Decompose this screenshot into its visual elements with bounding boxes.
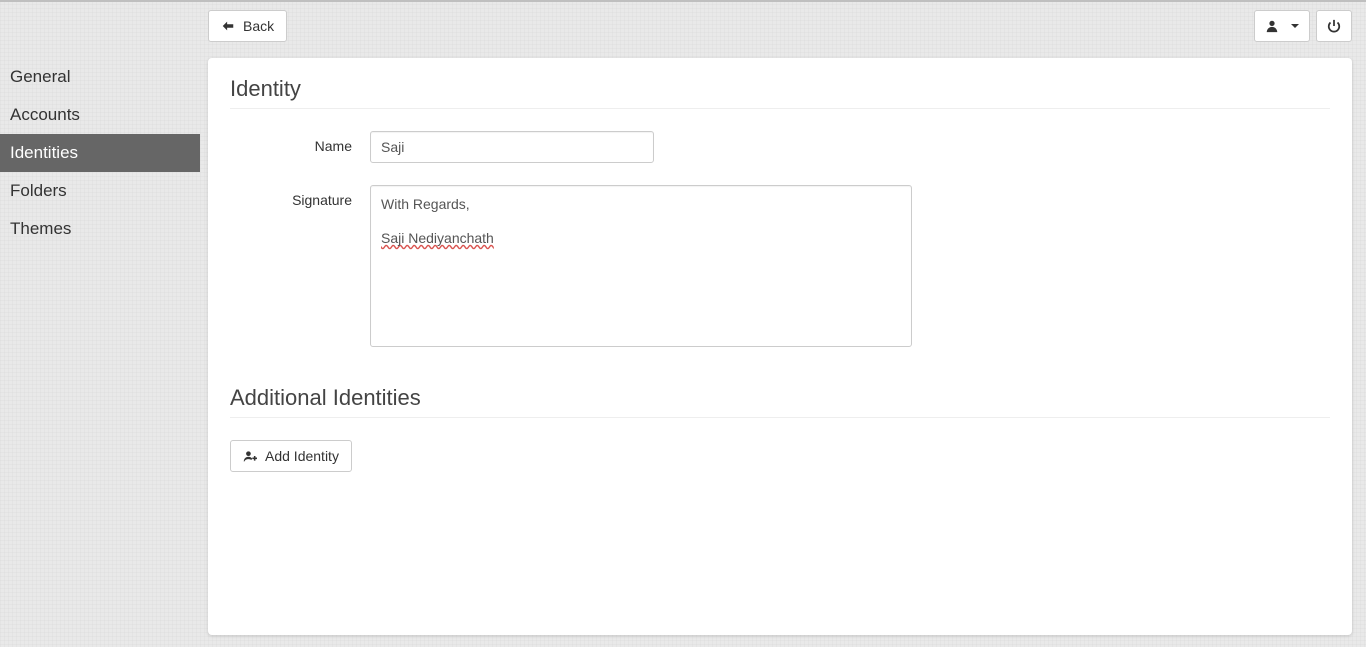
additional-identities-section: Additional Identities Add Identity (230, 385, 1330, 472)
signature-line2: Saji Nediyanchath (381, 230, 901, 246)
user-plus-icon (243, 449, 257, 463)
back-button[interactable]: Back (208, 10, 287, 42)
signature-input[interactable]: With Regards, Saji Nediyanchath (370, 185, 912, 347)
signature-label: Signature (230, 185, 370, 208)
user-icon (1265, 19, 1279, 33)
user-menu-button[interactable] (1254, 10, 1310, 42)
back-button-label: Back (243, 16, 274, 36)
additional-section-title: Additional Identities (230, 385, 1330, 411)
name-label: Name (230, 131, 370, 154)
settings-sidebar: General Accounts Identities Folders Them… (0, 58, 200, 248)
sidebar-item-identities[interactable]: Identities (0, 134, 200, 172)
name-input[interactable] (370, 131, 654, 163)
sidebar-item-themes[interactable]: Themes (0, 210, 200, 248)
sidebar-item-folders[interactable]: Folders (0, 172, 200, 210)
sidebar-item-label: General (10, 67, 70, 86)
logout-button[interactable] (1316, 10, 1352, 42)
sidebar-item-accounts[interactable]: Accounts (0, 96, 200, 134)
name-row: Name (230, 131, 1330, 163)
power-icon (1327, 19, 1341, 33)
caret-down-icon (1291, 24, 1299, 28)
signature-line1: With Regards, (381, 196, 901, 212)
sidebar-item-label: Themes (10, 219, 71, 238)
divider (230, 417, 1330, 418)
arrow-left-icon (221, 19, 235, 33)
top-bar: Back (0, 2, 1366, 50)
add-identity-label: Add Identity (265, 446, 339, 466)
identity-section-title: Identity (230, 76, 1330, 102)
divider (230, 108, 1330, 109)
sidebar-item-label: Folders (10, 181, 67, 200)
add-identity-button[interactable]: Add Identity (230, 440, 352, 472)
sidebar-item-general[interactable]: General (0, 58, 200, 96)
content-panel: Identity Name Signature With Regards, Sa… (208, 58, 1352, 635)
top-right-controls (1254, 10, 1352, 42)
sidebar-item-label: Accounts (10, 105, 80, 124)
signature-row: Signature With Regards, Saji Nediyanchat… (230, 185, 1330, 347)
sidebar-item-label: Identities (10, 143, 78, 162)
